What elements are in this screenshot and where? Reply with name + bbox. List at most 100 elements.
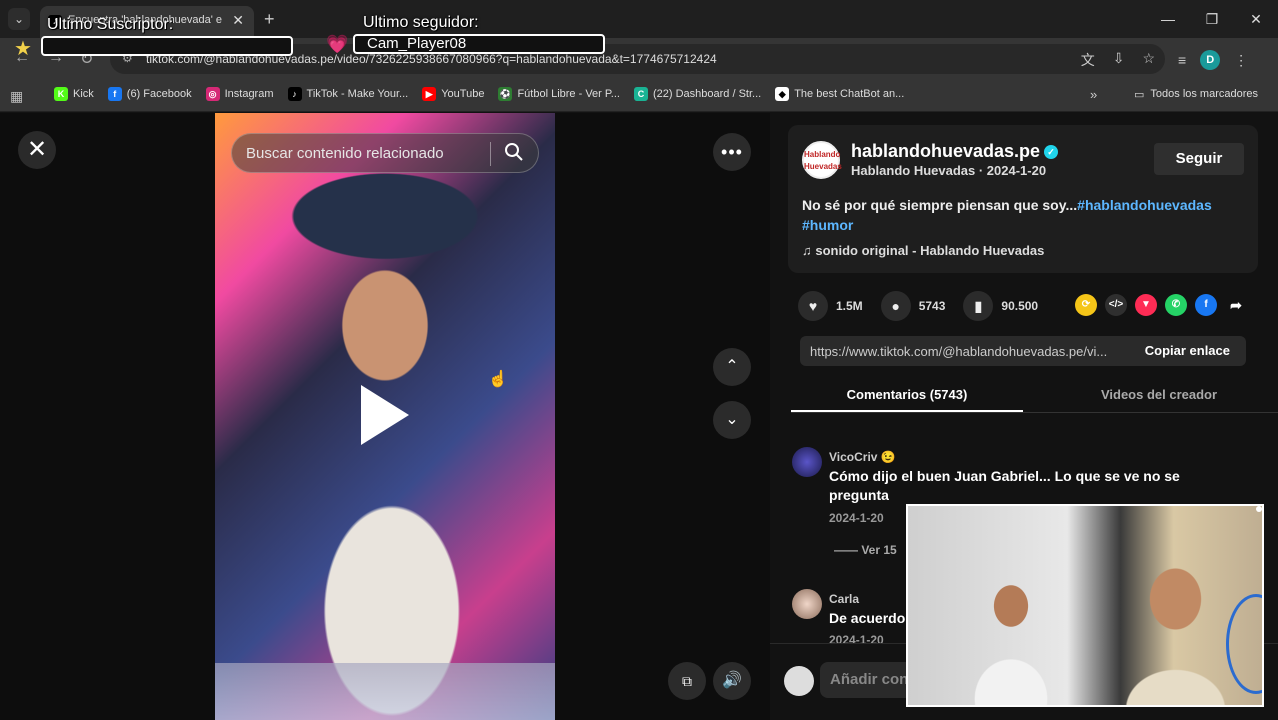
bookmark-item[interactable]: f (6) Facebook — [107, 87, 192, 101]
bookmark-item[interactable]: ◆ The best ChatBot an... — [775, 87, 904, 101]
bookmark-item[interactable]: K Kick — [54, 87, 94, 101]
new-tab-button[interactable]: + — [264, 9, 275, 30]
bookmark-favicon-icon: ▶ — [422, 87, 437, 101]
bookmark-item[interactable]: ▶ YouTube — [422, 87, 484, 101]
author-subtitle: Hablando Huevadas · 2024-1-20 — [851, 163, 1047, 178]
install-app-icon[interactable]: ⇩ — [1113, 50, 1125, 70]
close-video-button[interactable]: ✕ — [18, 131, 56, 169]
bookmark-star-icon[interactable]: ☆ — [1142, 50, 1155, 70]
bookmark-label: YouTube — [441, 88, 485, 100]
avatar[interactable] — [792, 447, 822, 477]
author-avatar[interactable]: Hablando Huevadas — [802, 141, 842, 179]
apps-grid-icon[interactable]: ▦ — [10, 88, 23, 105]
pip-icon[interactable]: ⧉ — [668, 662, 706, 700]
video-player[interactable]: Buscar contenido relacionado — [215, 113, 555, 720]
bookmark-favicon-icon: f — [107, 87, 122, 101]
comment-text: Cómo dijo el buen Juan Gabriel... Lo que… — [829, 468, 1180, 503]
comment-stat[interactable]: ● 5743 — [880, 291, 946, 321]
tab-search-button[interactable]: ⌄ — [8, 8, 30, 30]
search-placeholder: Buscar contenido relacionado — [246, 145, 444, 162]
heart-icon: ♥ — [798, 291, 828, 321]
active-tab-underline — [791, 410, 1023, 412]
streamer-left — [956, 564, 1066, 705]
save-stat[interactable]: ▮ 90.500 — [963, 291, 1038, 321]
bookmark-label: Instagram — [224, 88, 274, 100]
video-stage: ✕ Buscar contenido relacionado ☝ ••• ⌃ ⌄… — [0, 113, 770, 720]
tab-close-icon[interactable]: ✕ — [232, 12, 244, 29]
folder-icon: ▭ — [1134, 89, 1145, 101]
video-link[interactable]: https://www.tiktok.com/@hablandohuevadas… — [810, 344, 1128, 359]
bookmark-favicon-icon: C — [633, 87, 648, 101]
bookmark-item[interactable]: ♪ TikTok - Make Your... — [287, 87, 409, 101]
bookmark-label: TikTok - Make Your... — [306, 88, 409, 100]
tab-comments[interactable]: Comentarios (5743) — [791, 387, 1023, 402]
translate-icon[interactable]: 文 — [1081, 50, 1095, 70]
follower-box: Cam_Player08 — [353, 34, 605, 54]
avatar[interactable] — [792, 589, 822, 619]
description-text: No sé por qué siempre piensan que soy... — [802, 197, 1078, 213]
webcam-overlay — [906, 504, 1264, 707]
search-icon[interactable] — [504, 142, 524, 162]
comment-date: 2024-1-20 — [829, 633, 884, 643]
post-info-card: Hablando Huevadas hablandohuevadas.pe ✓ Ha… — [788, 125, 1258, 273]
comment-date: 2024-1-20 — [829, 511, 884, 525]
subscriber-box — [41, 36, 293, 56]
music-note-icon: ♫ — [802, 243, 816, 258]
repost-icon[interactable]: ⟳ — [1075, 294, 1097, 316]
bookmark-item[interactable]: C (22) Dashboard / Str... — [633, 87, 761, 101]
mouse-cursor-icon: ☝ — [488, 371, 508, 388]
hashtag-link[interactable]: #humor — [802, 217, 853, 233]
like-stat[interactable]: ♥ 1.5M — [798, 291, 863, 321]
view-replies-button[interactable]: —— Ver 15 — [834, 543, 897, 557]
play-icon[interactable] — [361, 385, 409, 445]
verified-badge-icon: ✓ — [1044, 145, 1059, 159]
comment-bubble-icon: ● — [880, 291, 911, 321]
close-window-button[interactable]: ✕ — [1234, 0, 1278, 38]
all-bookmarks[interactable]: ▭ Todos los marcadores — [1134, 88, 1258, 101]
copy-link-button[interactable]: Copiar enlace — [1145, 343, 1230, 358]
next-video-button[interactable]: ⌄ — [713, 401, 751, 439]
related-search-bar[interactable]: Buscar contenido relacionado — [231, 133, 539, 173]
likes-count: 1.5M — [836, 299, 863, 313]
browser-menu-icon[interactable]: ⋮ — [1234, 52, 1248, 69]
more-options-button[interactable]: ••• — [713, 133, 751, 171]
saves-count: 90.500 — [1001, 299, 1039, 313]
media-control-icon[interactable]: ≡ — [1178, 52, 1186, 68]
bookmark-favicon-icon: K — [54, 87, 68, 101]
profile-avatar[interactable]: D — [1200, 50, 1221, 70]
bookmark-item[interactable]: ⚽ Fútbol Libre - Ver P... — [498, 87, 620, 101]
embed-code-icon[interactable]: </> — [1105, 294, 1127, 316]
more-bookmarks-icon[interactable]: » — [1090, 87, 1097, 102]
bookmark-favicon-icon: ◆ — [775, 87, 790, 101]
facebook-icon[interactable]: f — [1195, 294, 1217, 316]
share-arrow-icon[interactable]: ➦ — [1225, 294, 1247, 316]
minimize-button[interactable]: — — [1146, 0, 1190, 38]
previous-video-button[interactable]: ⌃ — [713, 348, 751, 386]
frame-corner-dot — [1256, 506, 1262, 512]
sound-link[interactable]: ♫ sonido original - Hablando Huevadas — [802, 243, 1044, 258]
whatsapp-icon[interactable]: ✆ — [1165, 294, 1187, 316]
window-controls: — ❐ ✕ — [1146, 0, 1278, 38]
comments-count: 5743 — [918, 299, 946, 313]
comment-username[interactable]: VicoCriv 😉 — [829, 450, 896, 464]
send-to-friends-icon[interactable]: ▼ — [1135, 294, 1157, 316]
comment-username[interactable]: Carla — [829, 592, 859, 606]
omnibox-actions: 文 ⇩ ☆ — [1081, 50, 1155, 70]
all-bookmarks-label: Todos los marcadores — [1150, 88, 1259, 100]
hashtag-link[interactable]: #hablandohuevadas — [1077, 197, 1212, 213]
user-avatar — [784, 666, 814, 696]
sound-label: sonido original - Hablando Huevadas — [815, 243, 1045, 258]
follower-name: Cam_Player08 — [367, 35, 467, 52]
restore-button[interactable]: ❐ — [1190, 0, 1234, 38]
add-comment-placeholder: Añadir con — [830, 671, 909, 688]
author-name[interactable]: hablandohuevadas.pe ✓ — [851, 141, 1059, 162]
copy-link-row: https://www.tiktok.com/@hablandohuevadas… — [800, 336, 1246, 366]
volume-icon[interactable]: 🔊 — [713, 662, 751, 700]
bookmark-item[interactable]: ◎ Instagram — [205, 87, 274, 101]
bookmark-label: The best ChatBot an... — [794, 88, 905, 100]
bookmark-label: Kick — [73, 88, 94, 100]
tab-creator-videos[interactable]: Videos del creador — [1043, 387, 1275, 402]
follow-button[interactable]: Seguir — [1154, 143, 1244, 175]
engagement-stats: ♥ 1.5M ● 5743 ▮ 90.500 — [798, 291, 1038, 321]
search-divider — [490, 142, 491, 166]
